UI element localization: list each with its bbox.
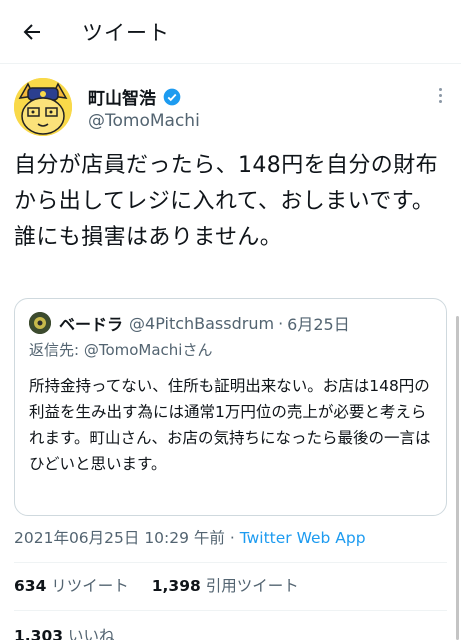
verified-badge-icon bbox=[163, 88, 181, 105]
source-app-link[interactable]: Twitter Web App bbox=[240, 529, 366, 547]
retweet-count[interactable]: 634 bbox=[14, 577, 46, 595]
quoted-author-name: ベードラ bbox=[59, 315, 124, 334]
tweet-metadata: 2021年06月25日 10:29 午前 · Twitter Web App bbox=[14, 526, 366, 548]
quote-count[interactable]: 1,398 bbox=[152, 577, 201, 595]
page-title: ツイート bbox=[82, 20, 170, 45]
author-name-row: 町山智浩 bbox=[88, 84, 182, 109]
avatar[interactable] bbox=[14, 78, 72, 136]
separator-dot: · bbox=[224, 529, 240, 547]
quoted-author-handle: @4PitchBassdrum bbox=[129, 313, 275, 333]
tweet: 町山智浩 @TomoMachi bbox=[0, 64, 461, 152]
engagement-stats: 634 リツイート 1,398 引用ツイート bbox=[14, 574, 317, 596]
retweet-label[interactable]: リツイート bbox=[51, 577, 129, 595]
quoted-tweet[interactable]: ベードラ @4PitchBassdrum · 6月25日 返信先: @TomoM… bbox=[14, 298, 447, 516]
divider bbox=[14, 562, 447, 563]
quote-label[interactable]: 引用ツイート bbox=[206, 577, 299, 595]
tweet-text: 自分が店員だったら、148円を自分の財布から出してレジに入れて、おしまいです。誰… bbox=[14, 153, 438, 250]
like-label[interactable]: いいね bbox=[68, 627, 115, 640]
avatar-image bbox=[14, 78, 72, 136]
quoted-tweet-header: ベードラ @4PitchBassdrum · 6月25日 bbox=[29, 311, 350, 335]
quoted-tweet-text: 所持金持ってない、住所も証明出来ない。お店は148円の利益を生み出す為には通常1… bbox=[29, 377, 431, 473]
quoted-date: 6月25日 bbox=[287, 315, 350, 334]
reply-prefix: 返信先: bbox=[29, 341, 84, 359]
reply-to-line: 返信先: @TomoMachiさん bbox=[29, 339, 212, 360]
timestamp[interactable]: 2021年06月25日 10:29 午前 bbox=[14, 529, 225, 547]
author-handle[interactable]: @TomoMachi bbox=[88, 111, 200, 131]
reply-mention: @TomoMachiさん bbox=[83, 341, 213, 359]
author-name[interactable]: 町山智浩 bbox=[88, 84, 156, 109]
like-stats: 1,303 いいね bbox=[14, 624, 114, 640]
scrollbar[interactable] bbox=[456, 316, 459, 640]
more-vertical-icon[interactable] bbox=[439, 88, 443, 106]
top-bar: ツイート bbox=[0, 0, 461, 64]
separator-dot: · bbox=[278, 313, 284, 333]
quoted-avatar bbox=[29, 312, 51, 334]
like-count[interactable]: 1,303 bbox=[14, 627, 63, 640]
back-button[interactable] bbox=[10, 10, 54, 54]
arrow-left-icon bbox=[23, 23, 40, 40]
tweet-author: 町山智浩 @TomoMachi bbox=[0, 64, 461, 152]
divider bbox=[14, 610, 447, 611]
